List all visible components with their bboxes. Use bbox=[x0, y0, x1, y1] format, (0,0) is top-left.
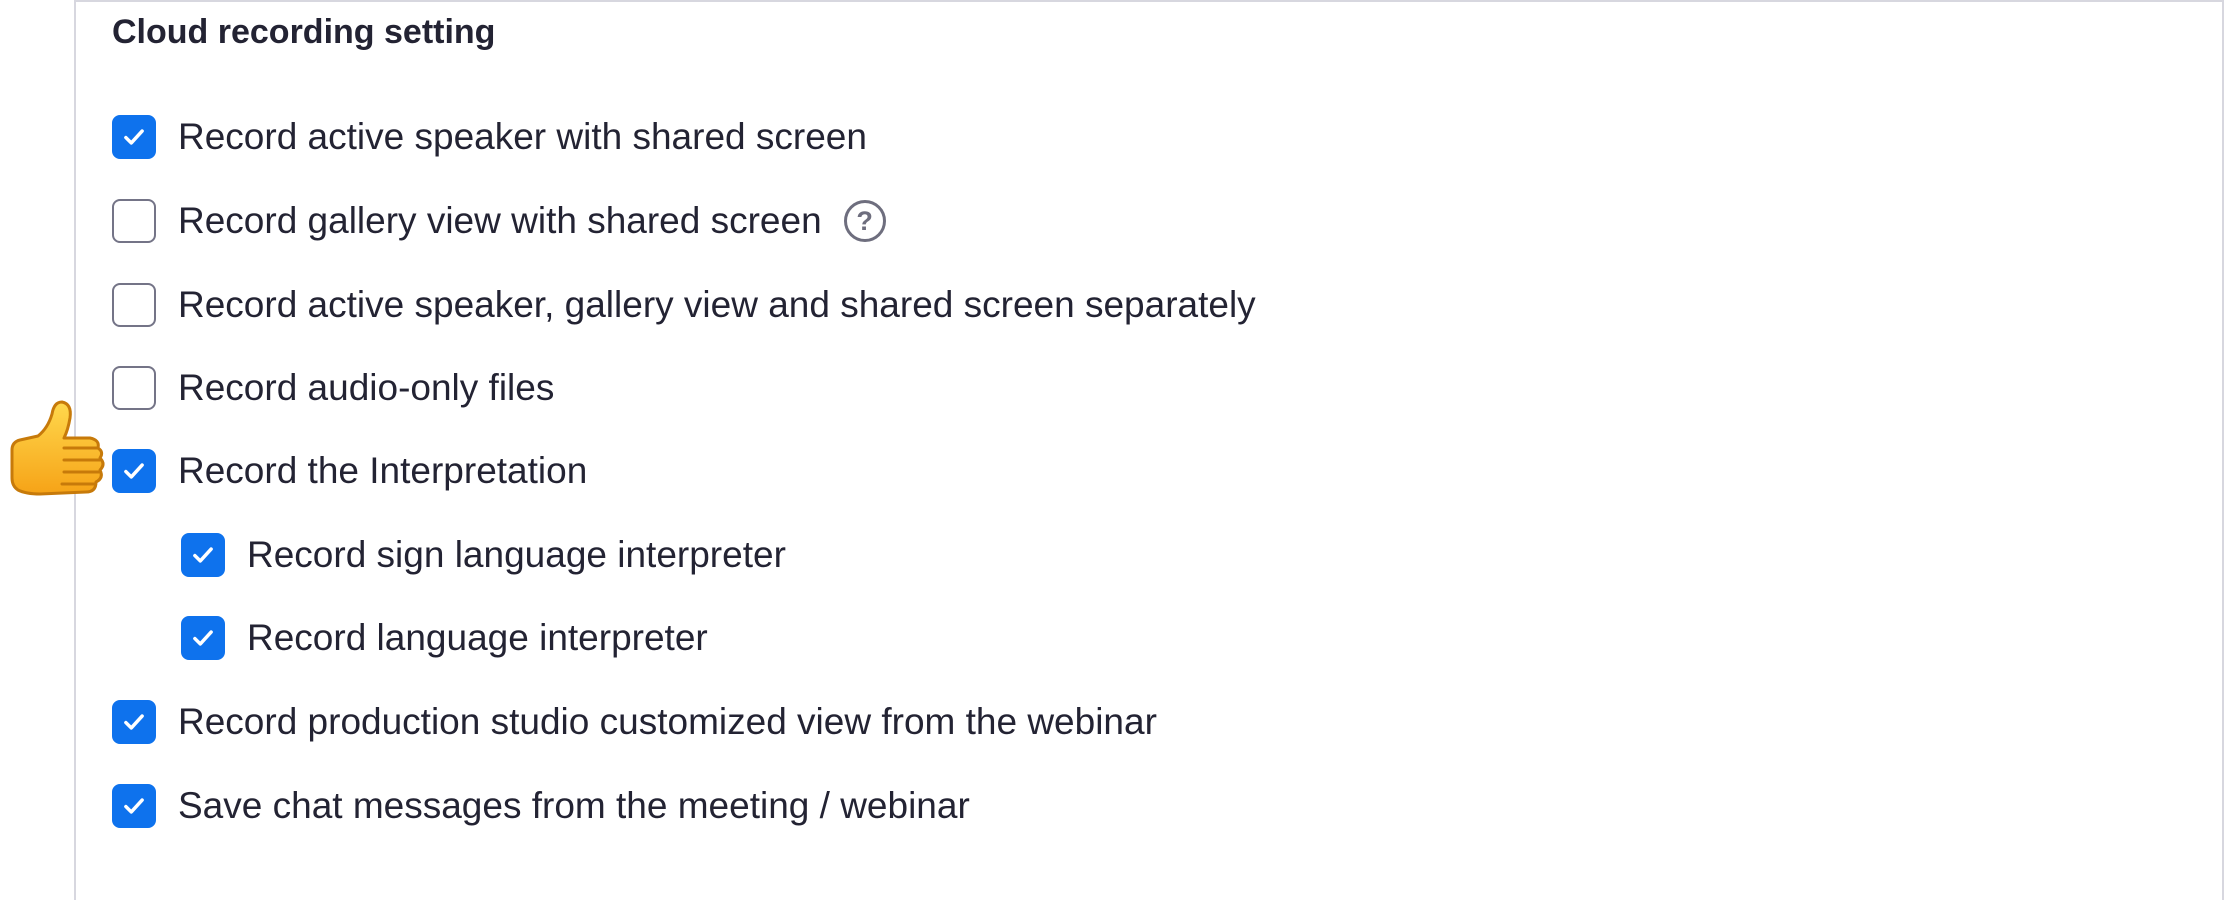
option-save-chat-messages[interactable]: Save chat messages from the meeting / we… bbox=[112, 781, 970, 831]
checkmark-icon bbox=[124, 463, 144, 479]
checkbox-checked[interactable] bbox=[181, 616, 225, 660]
checkbox-checked[interactable] bbox=[112, 449, 156, 493]
option-label: Record audio-only files bbox=[178, 367, 555, 408]
checkmark-icon bbox=[193, 547, 213, 563]
section-title: Cloud recording setting bbox=[112, 13, 496, 51]
checkbox-checked[interactable] bbox=[112, 700, 156, 744]
option-record-separately[interactable]: Record active speaker, gallery view and … bbox=[112, 280, 1256, 330]
option-label: Record production studio customized view… bbox=[178, 701, 1157, 742]
option-label: Record gallery view with shared screen bbox=[178, 200, 822, 241]
checkbox-unchecked[interactable] bbox=[112, 366, 156, 410]
checkbox-unchecked[interactable] bbox=[112, 199, 156, 243]
option-record-gallery-view-shared-screen[interactable]: Record gallery view with shared screen ? bbox=[112, 196, 886, 246]
checkmark-icon bbox=[193, 630, 213, 646]
option-record-sign-language-interpreter[interactable]: Record sign language interpreter bbox=[181, 530, 786, 580]
checkmark-icon bbox=[124, 714, 144, 730]
option-label: Record active speaker, gallery view and … bbox=[178, 284, 1256, 325]
checkbox-checked[interactable] bbox=[181, 533, 225, 577]
option-record-production-studio-view[interactable]: Record production studio customized view… bbox=[112, 697, 1157, 747]
option-label: Record the Interpretation bbox=[178, 450, 588, 491]
option-record-language-interpreter[interactable]: Record language interpreter bbox=[181, 613, 708, 663]
option-label: Record active speaker with shared screen bbox=[178, 116, 867, 157]
checkbox-checked[interactable] bbox=[112, 115, 156, 159]
question-circle-icon[interactable]: ? bbox=[843, 200, 886, 242]
checkmark-icon bbox=[124, 129, 144, 145]
option-label: Record sign language interpreter bbox=[247, 534, 786, 575]
option-label: Record language interpreter bbox=[247, 617, 708, 658]
option-label: Save chat messages from the meeting / we… bbox=[178, 785, 970, 826]
option-record-audio-only[interactable]: Record audio-only files bbox=[112, 363, 554, 413]
thumbs-up-icon bbox=[10, 400, 105, 496]
option-record-active-speaker-shared-screen[interactable]: Record active speaker with shared screen bbox=[112, 112, 867, 162]
checkbox-unchecked[interactable] bbox=[112, 283, 156, 327]
checkmark-icon bbox=[124, 798, 144, 814]
option-record-interpretation[interactable]: Record the Interpretation bbox=[112, 446, 587, 496]
checkbox-checked[interactable] bbox=[112, 784, 156, 828]
